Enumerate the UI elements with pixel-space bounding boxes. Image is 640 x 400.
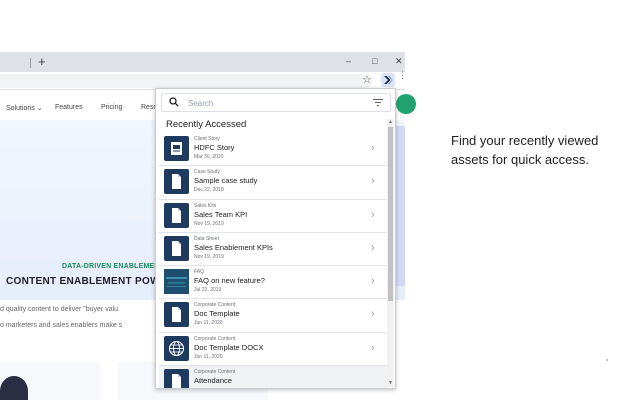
list-item[interactable]: Corporate Content Attendance (159, 366, 388, 388)
asset-category: Data Sheet (194, 235, 220, 242)
asset-thumbnail (164, 269, 189, 295)
chevron-right-icon: › (371, 341, 375, 354)
search-input[interactable] (188, 96, 348, 110)
cta-button[interactable] (396, 94, 416, 114)
asset-name: Doc Template (194, 309, 240, 319)
hero-tagline: DATA-DRIVEN ENABLEMENT (62, 263, 165, 270)
scrollbar-thumb[interactable] (388, 127, 393, 301)
extension-logo-icon (384, 76, 393, 84)
feature-caption: Find your recently viewed assets for qui… (451, 133, 599, 167)
search-icon (169, 97, 179, 107)
chevron-right-icon: › (371, 241, 375, 254)
asset-category: Corporate Content (194, 302, 236, 309)
asset-name: Sales Team KPI (194, 209, 248, 219)
scroll-down-arrow[interactable]: ▼ (388, 380, 393, 386)
scroll-up-arrow[interactable]: ▲ (388, 119, 393, 125)
globe-icon (164, 335, 189, 361)
document-icon (164, 235, 189, 261)
chevron-right-icon: › (371, 208, 375, 221)
filter-icon[interactable] (373, 98, 383, 107)
recent-assets-popup: Recently Accessed Client StoryHDFC Story… (155, 88, 396, 389)
hero-subtitle-line-2: o marketers and sales enablers make s (0, 322, 123, 329)
tab-separator (30, 58, 31, 68)
asset-name: Attendance (194, 376, 232, 386)
nav-item-solutions[interactable]: Solutions ⌄ (6, 104, 43, 112)
chevron-right-icon: › (371, 142, 375, 154)
minimize-button[interactable]: – (346, 56, 351, 66)
chevron-right-icon: › (371, 175, 375, 188)
presentation-icon (164, 136, 189, 161)
chevron-right-icon: › (371, 275, 375, 288)
decorative-dot (606, 359, 608, 361)
recent-assets-list: Client Story HDFC Story Mar 30, 2020 › Case … (159, 133, 388, 388)
asset-date: Jul 23, 2019 (194, 287, 222, 294)
search-bar (161, 93, 391, 112)
asset-date: Dec 22, 2018 (194, 187, 224, 194)
nav-item-features[interactable]: Features (55, 104, 83, 111)
asset-category: Sales Kits (194, 202, 217, 209)
asset-name: HDFC Story (194, 143, 235, 152)
asset-category: Corporate Content (194, 369, 236, 376)
browser-menu-icon[interactable]: ⋮ (398, 71, 407, 80)
list-item[interactable]: Corporate Content Doc Template Jun 11, 202… (159, 299, 388, 333)
list-item[interactable]: Data Sheet Sales Enablement KPIs Nov 19, 2… (159, 233, 388, 267)
document-icon (164, 169, 189, 195)
asset-date: Jun 11, 2020 (194, 320, 223, 327)
address-bar[interactable] (0, 74, 372, 88)
asset-name: FAQ on new feature? (194, 276, 265, 286)
asset-category: FAQ (194, 269, 205, 276)
list-item[interactable]: Case Study Sample case study Dec 22, 2018 › (159, 166, 388, 200)
hero-subtitle: d quality content to deliver "buyer valu… (0, 302, 122, 334)
asset-category: Case Study (194, 169, 220, 176)
illustration-figure (0, 376, 28, 400)
nav-item-solutions-label: Solutions (6, 105, 35, 112)
document-icon (164, 202, 189, 228)
close-window-button[interactable]: ✕ (395, 56, 403, 66)
asset-date: Nov 19, 2019 (194, 220, 224, 227)
list-item[interactable]: FAQ FAQ on new feature? Jul 23, 2019 › (159, 266, 388, 300)
extension-button[interactable] (381, 73, 395, 87)
chevron-down-icon: ⌄ (36, 105, 43, 112)
nav-item-pricing[interactable]: Pricing (101, 104, 122, 111)
asset-date: Jun 11, 2020 (194, 353, 223, 360)
asset-category: Corporate Content (194, 335, 236, 342)
maximize-button[interactable]: □ (372, 56, 377, 66)
new-tab-button[interactable]: + (38, 55, 46, 69)
asset-name: Sales Enablement KPIs (194, 242, 273, 252)
bookmark-star-icon[interactable]: ☆ (362, 73, 372, 86)
list-item[interactable]: Corporate Content Doc Template DOCX Jun 11… (159, 333, 388, 367)
asset-name: Doc Template DOCX (194, 342, 264, 352)
browser-tabstrip (0, 52, 405, 72)
asset-date: Nov 19, 2019 (194, 253, 224, 260)
document-icon (164, 302, 189, 328)
asset-date: Mar 30, 2020 (194, 154, 224, 160)
section-title: Recently Accessed (166, 119, 247, 130)
list-item[interactable]: Sales Kits Sales Team KPI Nov 19, 2019 › (159, 200, 388, 233)
document-icon (164, 369, 189, 388)
asset-category: Client Story (194, 136, 220, 142)
hero-subtitle-line-1: d quality content to deliver "buyer valu (0, 306, 119, 313)
list-item[interactable]: Client Story HDFC Story Mar 30, 2020 › (159, 133, 388, 167)
asset-name: Sample case study (194, 176, 258, 186)
chevron-right-icon: › (371, 308, 375, 321)
